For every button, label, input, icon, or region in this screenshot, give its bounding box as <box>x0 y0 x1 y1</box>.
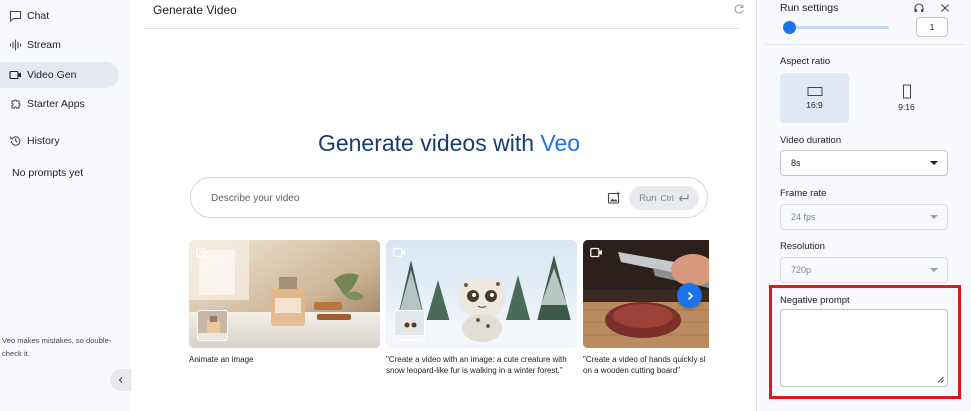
video-badge-icon <box>196 247 208 258</box>
prompt-box: Run Ctrl <box>190 177 708 218</box>
sidebar-item-stream[interactable]: Stream <box>0 32 119 58</box>
video-duration-select[interactable]: 8s <box>780 150 948 176</box>
dropdown-arrow-icon <box>930 161 938 165</box>
select-value: 24 fps <box>791 212 816 222</box>
resolution-label: Resolution <box>780 241 825 252</box>
select-value: 720p <box>791 265 812 275</box>
sidebar-item-chat[interactable]: Chat <box>0 3 119 29</box>
sidebar-item-label: History <box>27 135 60 147</box>
chevron-left-icon <box>118 377 122 383</box>
collapse-sidebar-button[interactable] <box>110 369 131 391</box>
sidebar-item-label: Stream <box>27 39 61 51</box>
aspect-ratio-label: Aspect ratio <box>780 56 831 67</box>
dropdown-arrow-icon <box>930 215 938 219</box>
frame-rate-select[interactable]: 24 fps <box>780 204 948 230</box>
divider <box>765 44 964 45</box>
count-slider-thumb[interactable] <box>783 21 796 34</box>
apps-icon <box>8 97 22 111</box>
hero-prefix: Generate videos with <box>317 130 535 156</box>
settings-title: Run settings <box>780 2 839 14</box>
sidebar: Chat Stream Video Gen Starter Apps Histo… <box>0 0 131 411</box>
resolution-select[interactable]: 720p <box>780 257 948 283</box>
carousel-next-button[interactable] <box>677 283 702 308</box>
sidebar-item-label: Video Gen <box>27 69 77 81</box>
no-prompts-text: No prompts yet <box>12 167 84 179</box>
landscape-icon <box>807 87 822 96</box>
count-number-input[interactable]: 1 <box>916 17 948 37</box>
hero-accent: Veo <box>540 130 581 156</box>
select-value: 8s <box>791 158 801 168</box>
chat-icon <box>8 9 22 23</box>
aspect-option-9-16[interactable]: 9:16 <box>872 73 941 123</box>
source-image-thumbnail <box>394 310 425 341</box>
chevron-right-icon <box>687 291 693 300</box>
portrait-icon <box>902 84 911 99</box>
title-divider <box>144 28 739 29</box>
refresh-icon[interactable] <box>733 3 745 15</box>
feedback-icon[interactable] <box>913 2 925 14</box>
video-duration-label: Video duration <box>780 135 842 146</box>
example-card-animate[interactable] <box>189 240 380 348</box>
source-image-thumbnail <box>197 310 228 341</box>
video-icon <box>8 68 22 82</box>
video-badge-icon <box>393 247 405 258</box>
count-slider-track[interactable] <box>784 26 889 29</box>
shortcut-label: Ctrl <box>660 193 674 203</box>
video-prompt-input[interactable] <box>211 190 571 206</box>
enter-key-icon <box>678 194 689 202</box>
sidebar-item-label: Starter Apps <box>27 98 85 110</box>
dropdown-arrow-icon <box>930 268 938 272</box>
card-caption: "Create a video of hands quickly sl on a… <box>583 355 706 375</box>
run-button[interactable]: Run Ctrl <box>629 186 699 210</box>
sidebar-item-label: Chat <box>27 10 50 22</box>
frame-rate-label: Frame rate <box>780 188 827 199</box>
example-card-snow-leopard[interactable] <box>386 240 577 348</box>
negative-prompt-highlight <box>769 285 961 399</box>
disclaimer-text: Veo makes mistakes, so double-check it. <box>2 336 112 358</box>
card-caption: "Create a video with an image: a cute cr… <box>386 355 567 375</box>
history-icon <box>8 134 22 148</box>
sidebar-item-video-gen[interactable]: Video Gen <box>0 62 119 88</box>
stream-icon <box>8 38 22 52</box>
image-upload-icon[interactable] <box>607 191 621 205</box>
card-caption: Animate an image <box>189 355 254 364</box>
hero-heading: Generate videos with Veo <box>190 130 708 157</box>
aspect-option-label: 16:9 <box>806 100 823 110</box>
video-badge-icon <box>590 247 602 258</box>
page-title: Generate Video <box>153 3 237 17</box>
aspect-option-16-9[interactable]: 16:9 <box>780 73 849 123</box>
sidebar-item-starter-apps[interactable]: Starter Apps <box>0 91 119 117</box>
run-label: Run <box>639 192 657 204</box>
sidebar-item-history[interactable]: History <box>0 128 119 154</box>
aspect-option-label: 9:16 <box>898 102 915 112</box>
close-icon[interactable] <box>939 2 951 14</box>
